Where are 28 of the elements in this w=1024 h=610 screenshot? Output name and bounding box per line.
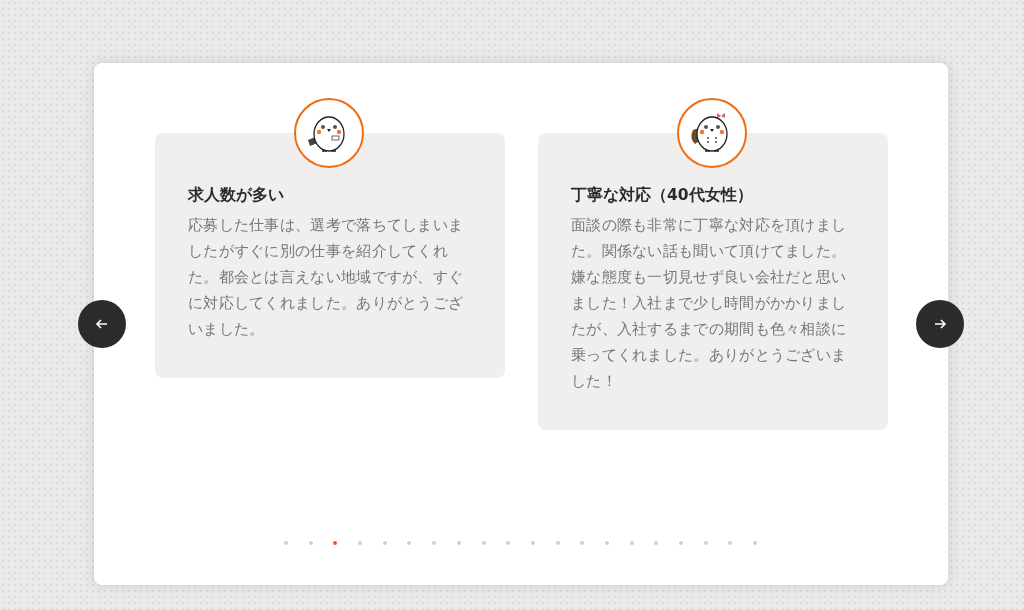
pagination-dot[interactable] [703,541,708,545]
pagination-dot[interactable] [481,541,486,545]
pagination-dot[interactable] [753,541,758,545]
next-button[interactable] [916,300,964,348]
pagination-dot[interactable] [555,541,560,545]
card-title: 求人数が多い [188,185,285,206]
pagination-dot[interactable] [530,541,535,545]
testimonial-text: 応募した仕事は、選考で落ちてしまいましたがすぐに別の仕事を紹介してくれた。都会とは言えない地域ですが、すぐに対応してくれました。ありがとうございました。 [188,215,465,340]
arrow-left-icon [95,317,109,331]
pagination-dot[interactable] [333,541,338,545]
pagination-dot[interactable] [604,541,609,545]
previous-button[interactable] [78,300,126,348]
pagination-dot[interactable] [407,541,412,545]
pagination-dot[interactable] [358,541,363,545]
pagination-dot[interactable] [654,541,659,545]
pagination-dot[interactable] [456,541,461,545]
pagination-dot[interactable] [679,541,683,545]
arrow-right-icon [933,317,947,331]
pagination-dot[interactable] [432,541,437,545]
pagination-dot[interactable] [308,541,313,545]
testimonial-text: 面談の際も非常に丁寧な対応を頂けました。関係ない話も聞いて頂けてました。嫌な態度も一切見せず良い会社だと思いました！入社まで少し時間がかかりましたが、入社するまでの期間も色々相談に乗ってくれました。ありがとうございました！ [571,215,848,392]
pagination-dot[interactable] [728,541,733,545]
pagination-dot[interactable] [580,541,585,545]
card-title: 丁寧な対応（40代女性） [571,185,754,206]
pagination-dot[interactable] [382,541,387,545]
pagination-dot[interactable] [629,541,634,545]
pagination-dot[interactable] [506,541,511,545]
pagination-dot[interactable] [284,541,288,545]
